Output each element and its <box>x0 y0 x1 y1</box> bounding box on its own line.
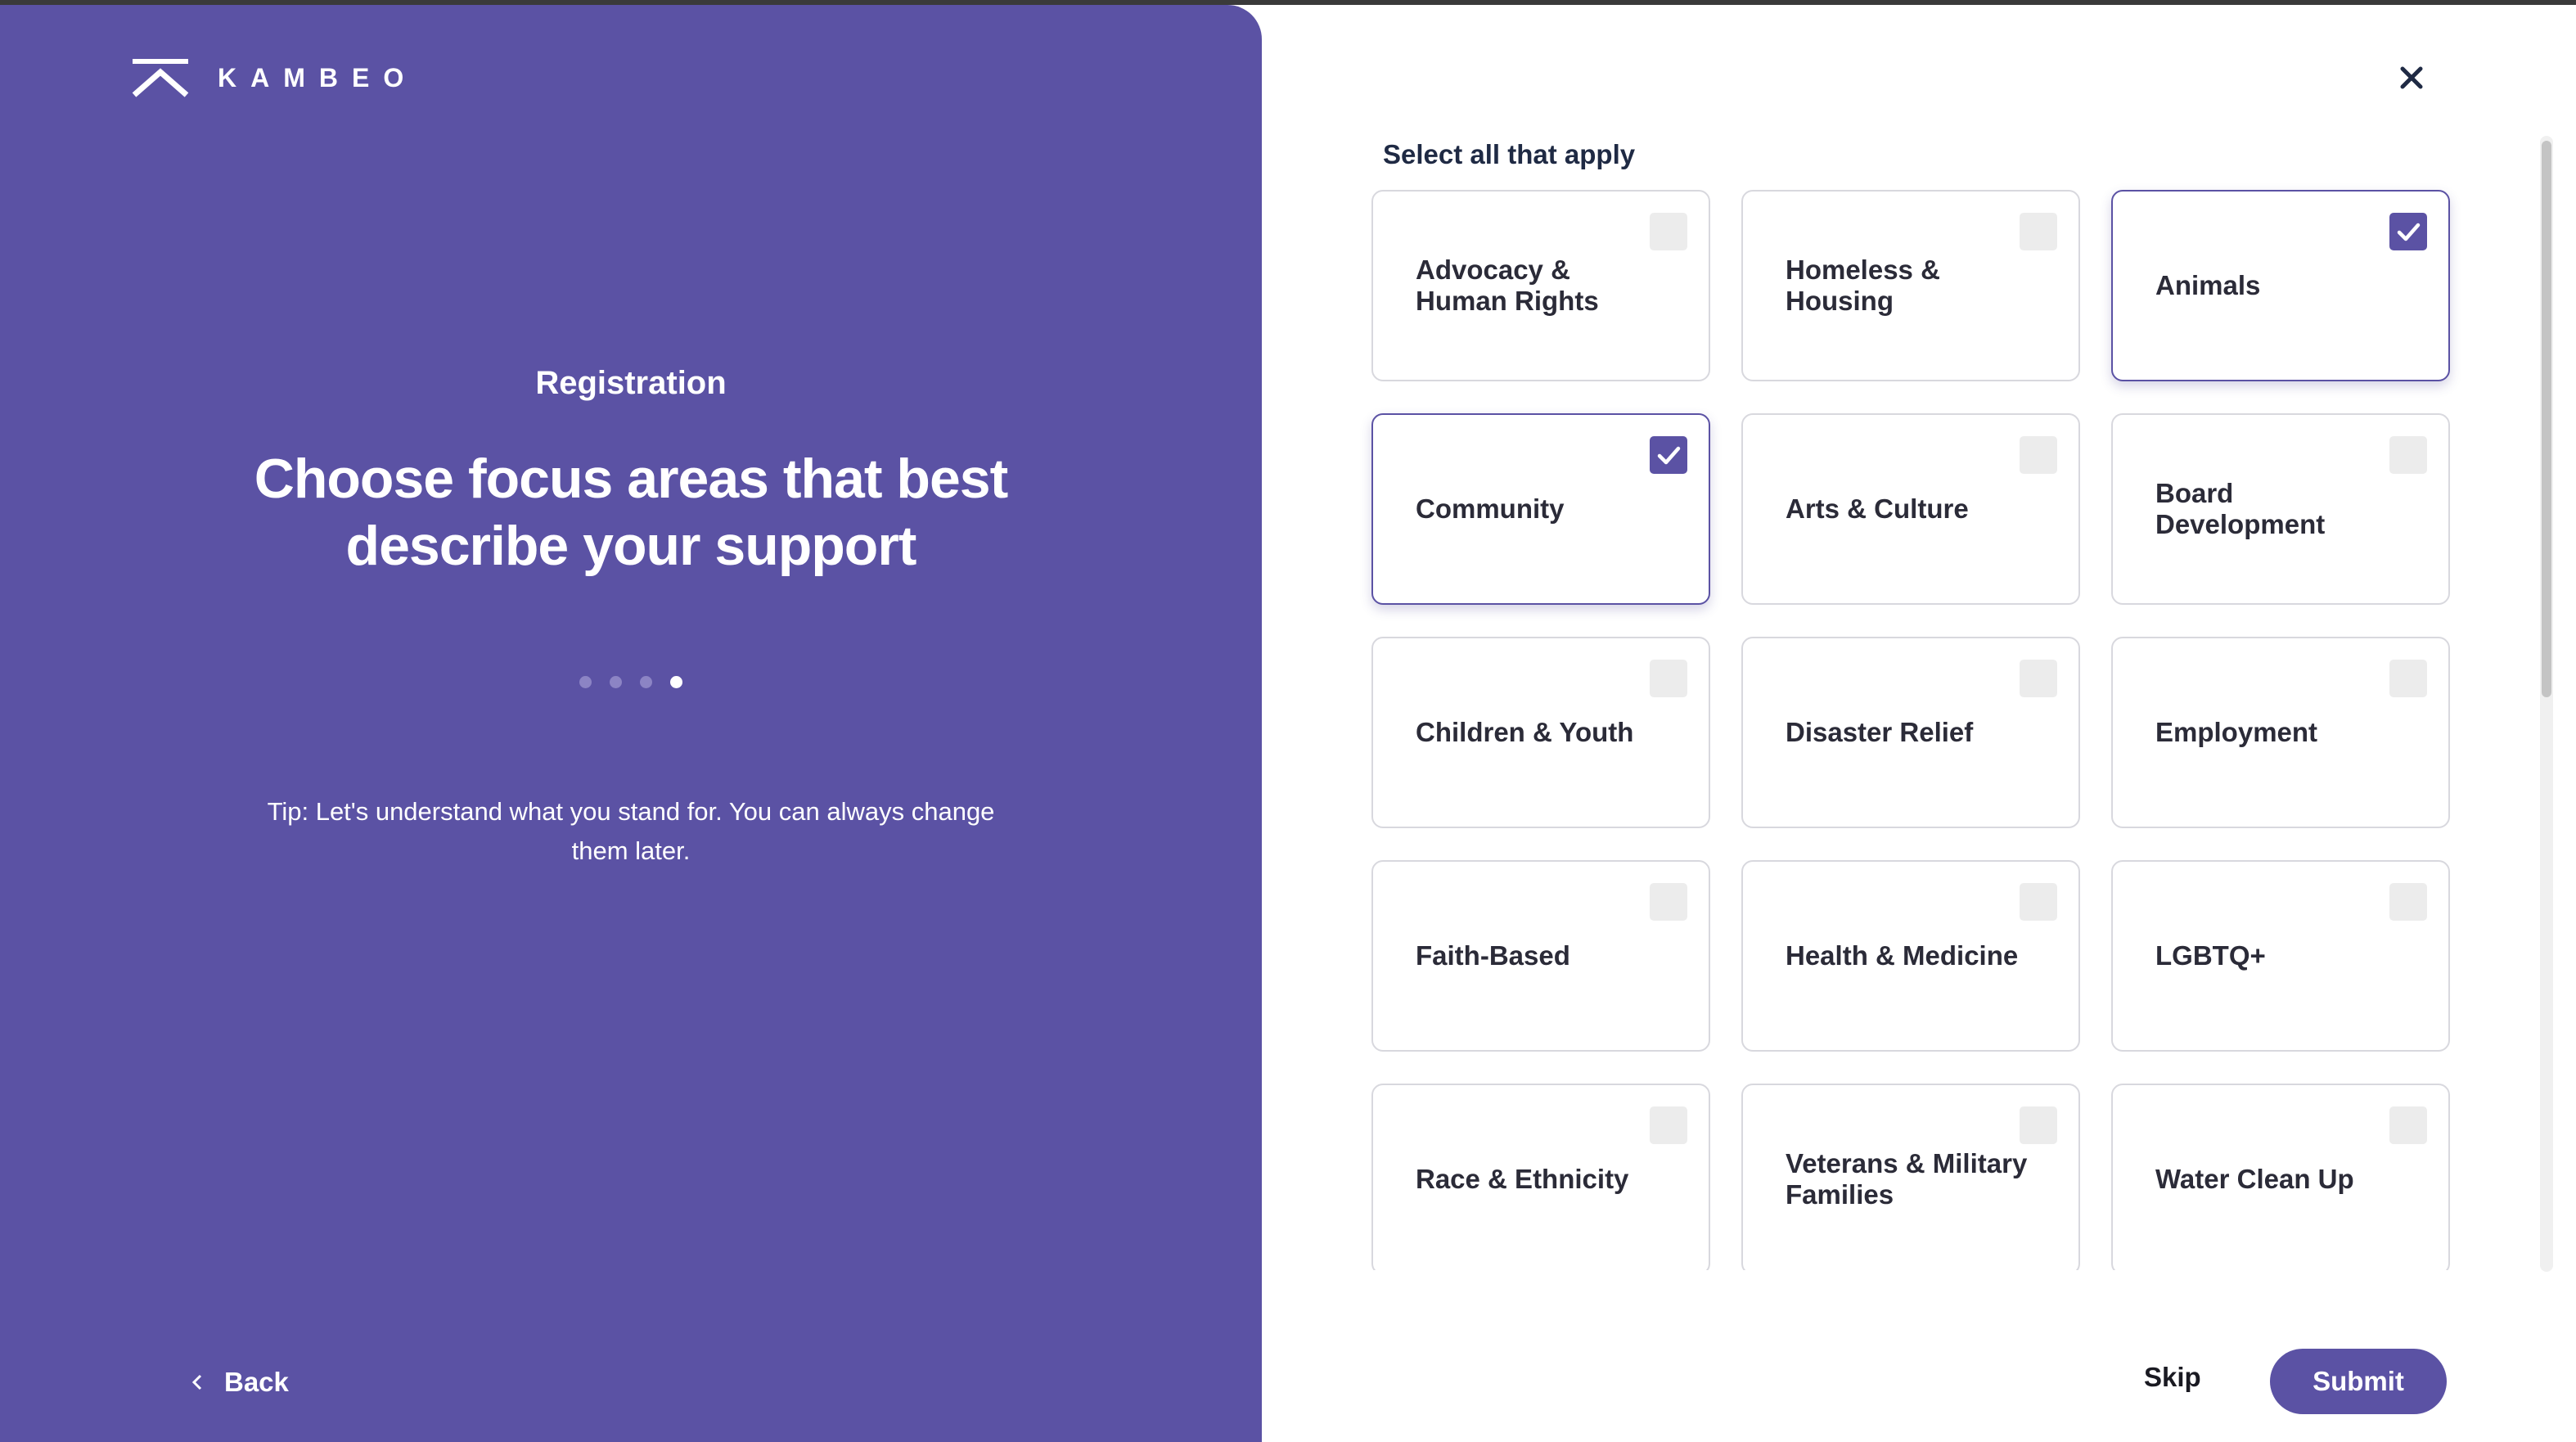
focus-area-option[interactable]: Race & Ethnicity <box>1371 1084 1710 1270</box>
focus-area-checkbox[interactable] <box>1650 213 1687 250</box>
focus-area-checkbox[interactable] <box>1650 660 1687 697</box>
focus-area-checkbox[interactable] <box>2020 436 2057 474</box>
step-dot <box>670 676 682 688</box>
focus-area-checkbox[interactable] <box>2389 1106 2427 1144</box>
focus-area-label: Water Clean Up <box>2155 1164 2354 1194</box>
focus-area-option[interactable]: Homeless & Housing <box>1741 190 2080 381</box>
focus-area-checkbox[interactable] <box>2020 213 2057 250</box>
step-dot <box>610 676 622 688</box>
submit-button[interactable]: Submit <box>2270 1349 2447 1414</box>
focus-area-label: Advocacy & Human Rights <box>1416 255 1599 316</box>
tip-text: Tip: Let's understand what you stand for… <box>267 797 995 865</box>
focus-area-option[interactable]: Water Clean Up <box>2111 1084 2450 1270</box>
close-icon[interactable] <box>2394 61 2429 95</box>
focus-area-label: Health & Medicine <box>1786 940 2019 971</box>
kambeo-logo-icon <box>132 59 189 97</box>
focus-area-option[interactable]: Health & Medicine <box>1741 860 2080 1052</box>
focus-area-label: Disaster Relief <box>1786 717 1974 747</box>
focus-area-label: Faith-Based <box>1416 940 1570 971</box>
focus-area-option[interactable]: Disaster Relief <box>1741 637 2080 828</box>
focus-area-option[interactable]: LGBTQ+ <box>2111 860 2450 1052</box>
page-headline: Choose focus areas that best describe yo… <box>254 448 1008 577</box>
focus-area-checkbox[interactable] <box>2389 660 2427 697</box>
focus-area-checkbox[interactable] <box>2020 1106 2057 1144</box>
focus-area-checkbox[interactable] <box>1650 1106 1687 1144</box>
checkmark-icon <box>1657 446 1681 465</box>
focus-area-option[interactable]: Children & Youth <box>1371 637 1710 828</box>
checkmark-icon <box>2397 223 2421 241</box>
focus-area-label: Race & Ethnicity <box>1416 1164 1629 1194</box>
left-info-panel: KAMBEO Registration Choose focus areas t… <box>0 5 1262 1442</box>
focus-area-label: Homeless & Housing <box>1786 255 1940 316</box>
brand-logo: KAMBEO <box>131 57 417 98</box>
focus-area-checkbox[interactable] <box>1650 436 1687 474</box>
focus-area-label: Employment <box>2155 717 2318 747</box>
focus-area-grid: Advocacy & Human Rights Homeless & Housin… <box>1358 182 2473 1270</box>
focus-area-option[interactable]: Arts & Culture <box>1741 413 2080 605</box>
focus-area-option[interactable]: Community <box>1371 413 1710 605</box>
focus-area-label: Community <box>1416 493 1565 524</box>
focus-area-checkbox[interactable] <box>2389 883 2427 921</box>
focus-area-label: Arts & Culture <box>1786 493 1969 524</box>
select-instruction: Select all that apply <box>1383 139 1636 169</box>
focus-area-label: Animals <box>2155 270 2261 300</box>
focus-area-option[interactable]: Advocacy & Human Rights <box>1371 190 1710 381</box>
focus-area-option[interactable]: Faith-Based <box>1371 860 1710 1052</box>
focus-area-checkbox[interactable] <box>2389 436 2427 474</box>
focus-area-checkbox[interactable] <box>2020 660 2057 697</box>
focus-area-checkbox[interactable] <box>2020 883 2057 921</box>
focus-area-option[interactable]: Employment <box>2111 637 2450 828</box>
focus-area-checkbox[interactable] <box>1650 883 1687 921</box>
skip-button[interactable]: Skip <box>2144 1362 2201 1393</box>
section-label: Registration <box>535 365 727 401</box>
focus-area-label: Veterans & Military Families <box>1786 1148 2028 1210</box>
focus-area-option[interactable]: Animals <box>2111 190 2450 381</box>
chevron-left-icon <box>191 1374 202 1390</box>
step-dot <box>579 676 592 688</box>
brand-name: KAMBEO <box>218 62 418 92</box>
focus-area-option[interactable]: Veterans & Military Families <box>1741 1084 2080 1270</box>
focus-area-label: Board Development <box>2155 478 2326 539</box>
focus-area-option[interactable]: Board Development <box>2111 413 2450 605</box>
step-dot <box>640 676 652 688</box>
step-indicator <box>0 676 1262 688</box>
back-button[interactable]: Back <box>187 1367 289 1398</box>
focus-area-label: LGBTQ+ <box>2155 940 2266 971</box>
focus-area-label: Children & Youth <box>1416 717 1634 747</box>
scrollbar-thumb[interactable] <box>2542 141 2551 697</box>
focus-area-checkbox[interactable] <box>2389 213 2427 250</box>
back-label: Back <box>224 1367 289 1397</box>
